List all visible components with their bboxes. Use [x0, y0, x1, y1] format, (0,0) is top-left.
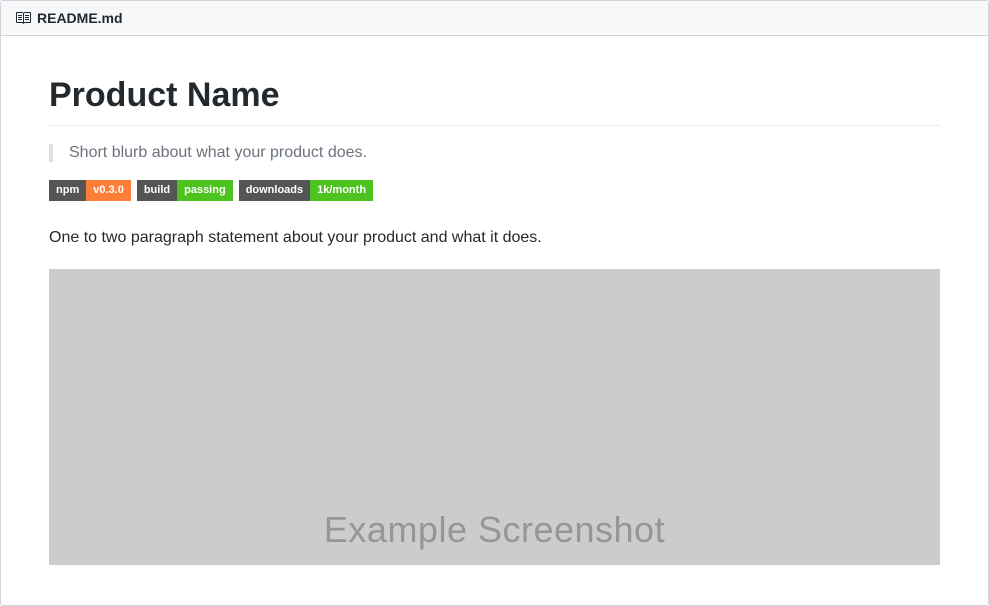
readme-header: README.md: [1, 1, 988, 36]
readme-container: README.md Product Name Short blurb about…: [0, 0, 989, 606]
badges-row: npm v0.3.0 build passing downloads 1k/mo…: [49, 180, 940, 201]
badge-downloads[interactable]: downloads 1k/month: [239, 180, 373, 201]
badge-label: downloads: [239, 180, 310, 201]
badge-value: passing: [177, 180, 233, 201]
readme-filename: README.md: [37, 10, 123, 26]
description-text: One to two paragraph statement about you…: [49, 229, 940, 247]
blurb-text: Short blurb about what your product does…: [69, 144, 367, 161]
screenshot-placeholder: Example Screenshot: [49, 269, 940, 565]
badge-label: build: [137, 180, 177, 201]
badge-label: npm: [49, 180, 86, 201]
badge-npm[interactable]: npm v0.3.0: [49, 180, 131, 201]
badge-build[interactable]: build passing: [137, 180, 233, 201]
book-icon: [15, 10, 31, 26]
blurb-block: Short blurb about what your product does…: [49, 144, 940, 162]
badge-value: 1k/month: [310, 180, 373, 201]
badge-value: v0.3.0: [86, 180, 131, 201]
product-title: Product Name: [49, 76, 940, 126]
screenshot-label: Example Screenshot: [324, 509, 665, 551]
readme-body: Product Name Short blurb about what your…: [1, 36, 988, 605]
